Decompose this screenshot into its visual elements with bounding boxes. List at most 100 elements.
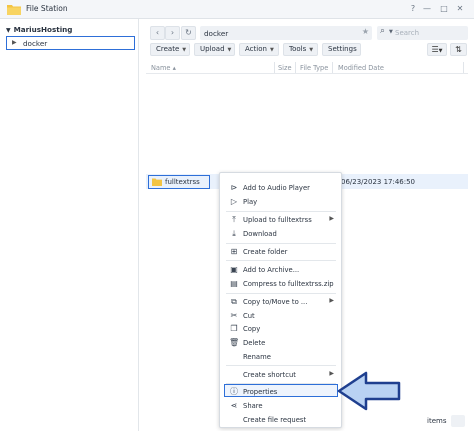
- search-box[interactable]: ⌕ ▼: [377, 26, 468, 40]
- sort-ascending-icon: ▴: [172, 64, 176, 72]
- copy-move-icon: ⧉: [231, 297, 237, 306]
- menu-item-label: Play: [243, 198, 258, 206]
- sidebar: ▼ MariusHosting ▶ docker: [0, 19, 139, 431]
- menu-item-cut[interactable]: ✂ Cut: [220, 309, 341, 322]
- menu-divider: [226, 260, 336, 261]
- sidebar-item-label: docker: [23, 39, 48, 48]
- file-station-icon: [7, 5, 21, 15]
- status-bar: items: [146, 413, 468, 431]
- path-text: docker: [204, 29, 229, 38]
- menu-divider: [226, 293, 336, 294]
- menu-item-label: Copy to/Move to ...: [243, 298, 308, 306]
- menu-item-label: Compress to fulltextrss.zip: [243, 280, 334, 288]
- caret-down-icon: ▼: [269, 47, 274, 53]
- info-icon: ⓘ: [230, 387, 238, 396]
- sidebar-item-docker[interactable]: ▶ docker: [6, 36, 135, 50]
- upload-button-label: Upload: [200, 45, 225, 53]
- menu-item-play[interactable]: ▷ Play: [220, 195, 341, 208]
- annotation-arrow-icon: [337, 371, 401, 411]
- column-divider[interactable]: [295, 62, 296, 73]
- column-divider[interactable]: [463, 62, 464, 73]
- submenu-arrow-icon: ▶: [329, 297, 334, 304]
- menu-item-copy-move[interactable]: ⧉ Copy to/Move to ... ▶: [220, 295, 341, 308]
- column-modified[interactable]: Modified Date: [338, 64, 384, 72]
- file-name: fulltextrss: [165, 178, 200, 186]
- context-menu: ⊳ Add to Audio Player ▷ Play ⤒ Upload to…: [219, 172, 342, 428]
- menu-item-upload-to[interactable]: ⤒ Upload to fulltextrss ▶: [220, 213, 341, 226]
- caret-down-icon: ▼: [438, 48, 443, 54]
- item-count-box: [451, 415, 465, 427]
- file-name-cell[interactable]: fulltextrss: [148, 175, 210, 189]
- menu-item-create-shortcut[interactable]: Create shortcut ▶: [220, 368, 341, 381]
- close-button[interactable]: ✕: [454, 3, 466, 15]
- column-file-type[interactable]: File Type: [300, 64, 328, 72]
- tools-button[interactable]: Tools ▼: [283, 43, 318, 56]
- menu-item-create-folder[interactable]: ⊞ Create folder: [220, 245, 341, 258]
- search-input[interactable]: [395, 27, 465, 39]
- copy-icon: ❐: [230, 324, 238, 333]
- column-divider[interactable]: [332, 62, 333, 73]
- refresh-button[interactable]: ↻: [181, 26, 196, 40]
- upload-button[interactable]: Upload ▼: [194, 43, 235, 56]
- menu-item-label: Cut: [243, 312, 255, 320]
- caret-down-icon[interactable]: ▼: [6, 27, 11, 34]
- action-button-label: Action: [245, 45, 267, 53]
- column-size[interactable]: Size: [278, 64, 292, 72]
- delete-icon: 🗑: [229, 338, 240, 347]
- menu-divider: [226, 365, 336, 366]
- items-label: items: [427, 417, 447, 425]
- column-divider[interactable]: [274, 62, 275, 73]
- star-icon[interactable]: ★: [362, 27, 369, 36]
- forward-button[interactable]: ›: [165, 26, 180, 40]
- minimize-button[interactable]: —: [421, 3, 433, 15]
- download-icon: ⤓: [232, 229, 236, 238]
- cut-icon: ✂: [230, 311, 238, 320]
- caret-right-icon[interactable]: ▶: [12, 39, 17, 46]
- caret-down-icon: ▼: [309, 47, 314, 53]
- caret-down-icon: ▼: [227, 47, 232, 53]
- settings-button[interactable]: Settings: [322, 43, 361, 56]
- menu-item-label: Create shortcut: [243, 371, 296, 379]
- help-button[interactable]: ?: [407, 3, 419, 15]
- back-button[interactable]: ‹: [150, 26, 165, 40]
- menu-item-download[interactable]: ⤓ Download: [220, 227, 341, 240]
- upload-icon: ⤒: [232, 215, 236, 224]
- menu-item-delete[interactable]: 🗑 Delete: [220, 336, 341, 349]
- menu-divider: [226, 243, 336, 244]
- column-headers: Name ▴ Size File Type Modified Date: [146, 61, 468, 74]
- search-icon[interactable]: ⌕: [380, 26, 385, 36]
- menu-divider: [226, 211, 336, 212]
- menu-item-add-to-audio-player[interactable]: ⊳ Add to Audio Player: [220, 181, 341, 194]
- file-modified-date: 06/23/2023 17:46:50: [341, 178, 416, 186]
- settings-button-label: Settings: [328, 45, 357, 53]
- caret-down-icon: ▼: [182, 47, 187, 53]
- menu-item-share[interactable]: ⋖ Share: [220, 399, 341, 412]
- compress-icon: ▤: [230, 279, 238, 288]
- tools-button-label: Tools: [289, 45, 307, 53]
- menu-item-label: Download: [243, 230, 277, 238]
- menu-item-label: Add to Archive...: [243, 266, 300, 274]
- title-bar: File Station ? — □ ✕: [0, 0, 474, 19]
- action-button[interactable]: Action ▼: [239, 43, 279, 56]
- menu-item-add-to-archive[interactable]: ▣ Add to Archive...: [220, 263, 341, 276]
- menu-item-label: Create folder: [243, 248, 288, 256]
- path-bar[interactable]: docker ★: [200, 26, 372, 40]
- window-title: File Station: [26, 4, 68, 13]
- folder-icon: [152, 178, 162, 186]
- menu-item-label: Rename: [243, 353, 271, 361]
- column-name-label: Name: [151, 64, 171, 72]
- refresh-icon: ↻: [185, 28, 192, 37]
- menu-item-rename[interactable]: Rename: [220, 350, 341, 363]
- menu-item-copy[interactable]: ❐ Copy: [220, 322, 341, 335]
- chevron-left-icon: ‹: [155, 28, 160, 37]
- maximize-button[interactable]: □: [438, 3, 450, 15]
- new-folder-icon: ⊞: [230, 247, 238, 256]
- create-button[interactable]: Create ▼: [150, 43, 190, 56]
- sort-button[interactable]: ⇅: [450, 43, 467, 56]
- column-name[interactable]: Name ▴: [151, 64, 176, 72]
- caret-down-icon[interactable]: ▼: [389, 29, 393, 35]
- menu-item-compress[interactable]: ▤ Compress to fulltextrss.zip: [220, 277, 341, 290]
- tree-root[interactable]: ▼ MariusHosting: [6, 25, 72, 34]
- view-toggle-button[interactable]: ☰▼: [427, 43, 447, 56]
- menu-item-properties[interactable]: ⓘ Properties: [224, 384, 338, 397]
